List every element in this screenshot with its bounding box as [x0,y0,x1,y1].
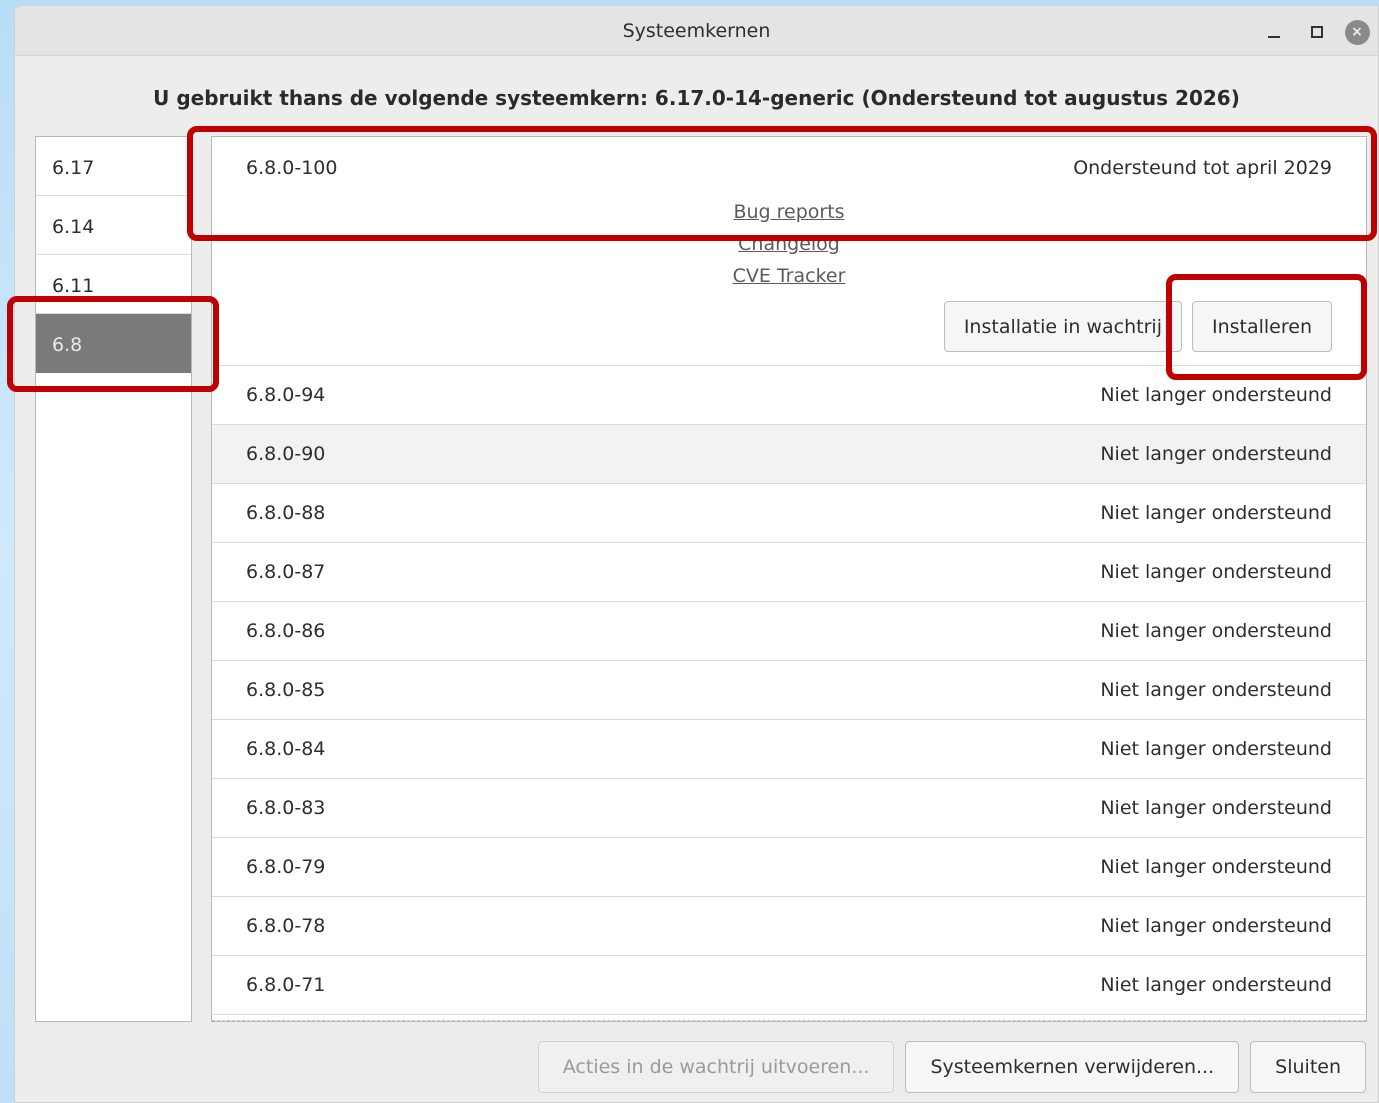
kernel-support-status: Niet langer ondersteund [1100,443,1332,465]
kernel-row[interactable]: 6.8.0-88 Niet langer ondersteund [212,484,1366,543]
run-queued-actions-button[interactable]: Acties in de wachtrij uitvoeren... [537,1041,895,1093]
close-button[interactable]: Sluiten [1250,1041,1366,1093]
kernel-version: 6.8.0-88 [246,502,326,524]
kernel-support-status: Niet langer ondersteund [1100,915,1332,937]
kernel-version: 6.8.0-71 [246,974,326,996]
minimize-button[interactable] [1260,18,1288,46]
kernel-series-list: 6.17 6.14 6.11 6.8 [35,136,192,1022]
maximize-button[interactable] [1303,18,1331,46]
footer-actions: Acties in de wachtrij uitvoeren... Syste… [537,1041,1366,1093]
close-icon: × [1344,19,1370,45]
close-window-button[interactable]: × [1343,18,1371,46]
kernel-row[interactable]: 6.8.0-84 Niet langer ondersteund [212,720,1366,779]
kernel-row[interactable]: 6.8.0-85 Niet langer ondersteund [212,661,1366,720]
kernel-row[interactable]: 6.8.0-71 Niet langer ondersteund [212,956,1366,1015]
kernel-support-status: Niet langer ondersteund [1100,797,1332,819]
maximize-icon [1311,26,1323,38]
kernel-row[interactable]: 6.8.0-83 Niet langer ondersteund [212,779,1366,838]
highlight-series-6-8 [7,296,219,392]
series-item-6-17[interactable]: 6.17 [36,137,191,196]
kernel-version: 6.8.0-86 [246,620,326,642]
current-kernel-label: U gebruikt thans de volgende systeemkern… [153,86,1240,110]
kernel-version: 6.8.0-79 [246,856,326,878]
kernel-support-status: Niet langer ondersteund [1100,620,1332,642]
title-bar: Systeemkernen × [15,6,1378,56]
kernel-support-status: Niet langer ondersteund [1100,502,1332,524]
kernel-support-status: Niet langer ondersteund [1100,856,1332,878]
kernel-support-status: Niet langer ondersteund [1100,738,1332,760]
kernel-support-status: Niet langer ondersteund [1100,561,1332,583]
queue-install-button[interactable]: Installatie in wachtrij [943,301,1182,352]
kernel-version: 6.8.0-85 [246,679,326,701]
kernel-version: 6.8.0-90 [246,443,326,465]
kernel-version: 6.8.0-83 [246,797,326,819]
kernel-row[interactable]: 6.8.0-87 Niet langer ondersteund [212,543,1366,602]
kernel-support-status: Niet langer ondersteund [1100,974,1332,996]
kernel-row[interactable]: 6.8.0-90 Niet langer ondersteund [212,425,1366,484]
kernel-row[interactable]: 6.8.0-86 Niet langer ondersteund [212,602,1366,661]
kernel-version: 6.8.0-78 [246,915,326,937]
kernel-version-list: 6.8.0-100 Ondersteund tot april 2029 Bug… [211,136,1367,1022]
kernel-version: 6.8.0-94 [246,384,326,406]
kernel-support-status: Niet langer ondersteund [1100,679,1332,701]
kernel-version: 6.8.0-87 [246,561,326,583]
window-title: Systeemkernen [622,20,771,42]
highlight-expanded-kernel [187,126,1377,241]
kernel-row[interactable]: 6.8.0-79 Niet langer ondersteund [212,838,1366,897]
minimize-icon [1268,36,1280,38]
kernel-version: 6.8.0-84 [246,738,326,760]
kernel-support-status: Niet langer ondersteund [1100,384,1332,406]
series-item-6-14[interactable]: 6.14 [36,196,191,255]
remove-kernels-button[interactable]: Systeemkernen verwijderen... [905,1041,1240,1093]
list-end-divider [212,1020,1366,1021]
kernel-row[interactable]: 6.8.0-78 Niet langer ondersteund [212,897,1366,956]
highlight-install-button [1166,274,1367,380]
